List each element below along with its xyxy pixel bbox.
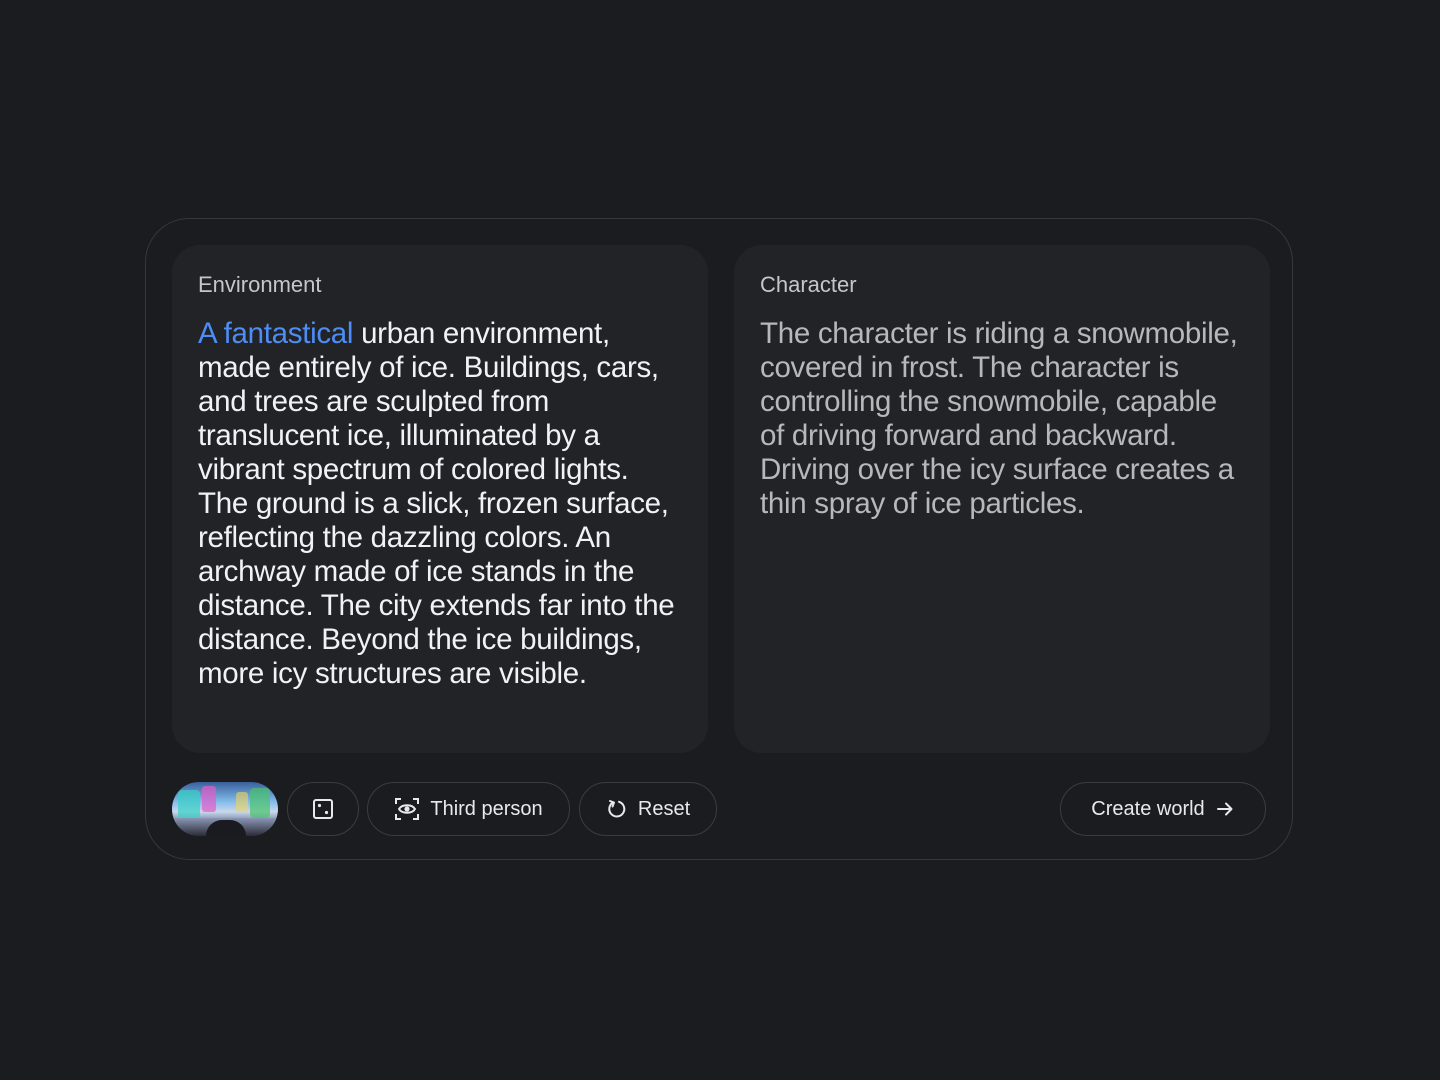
create-world-button[interactable]: Create world (1060, 782, 1266, 836)
dice-icon (312, 798, 334, 820)
environment-panel[interactable]: Environment A fantastical urban environm… (172, 245, 708, 753)
reset-button[interactable]: Reset (579, 782, 717, 836)
thumbnail-light (202, 786, 216, 812)
reset-label: Reset (637, 797, 691, 820)
toolbar: Third person Reset Create world (172, 782, 1266, 836)
environment-label: Environment (198, 272, 322, 297)
thumbnail-light (236, 792, 248, 812)
environment-body-text: urban environment, made entirely of ice.… (198, 317, 675, 690)
thumbnail-light (178, 790, 200, 820)
create-world-label: Create world (1091, 797, 1205, 820)
environment-highlight-text: A fantastical (198, 317, 354, 350)
world-builder-card: Environment A fantastical urban environm… (145, 218, 1293, 860)
camera-mode-button[interactable]: Third person (367, 782, 570, 836)
arrow-right-icon (1215, 799, 1235, 819)
reset-icon (606, 798, 628, 820)
character-prompt-text[interactable]: The character is riding a snowmobile, co… (760, 317, 1244, 521)
eye-focus-icon (394, 796, 420, 822)
thumbnail-light (250, 788, 270, 818)
randomize-button[interactable] (287, 782, 359, 836)
character-panel[interactable]: Character The character is riding a snow… (734, 245, 1270, 753)
camera-mode-label: Third person (430, 797, 543, 820)
world-preview-thumbnail[interactable] (172, 782, 278, 836)
character-label: Character (760, 272, 857, 297)
environment-prompt-text[interactable]: A fantastical urban environment, made en… (198, 317, 682, 691)
